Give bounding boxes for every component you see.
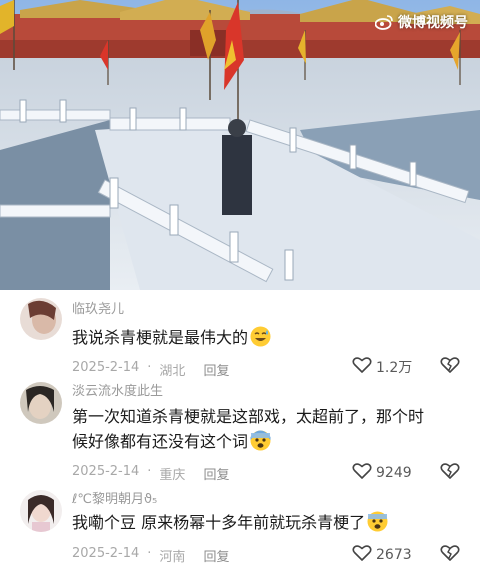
palace-scene-image	[0, 0, 480, 290]
broken-heart-icon	[440, 545, 460, 566]
comment-item: 临玖尧儿 我说杀青梗就是最伟大的 2025-2-14 · 湖北 回复 1.2万	[0, 290, 480, 382]
comment-sep: ·	[147, 546, 152, 561]
comment-username[interactable]: 临玖尧儿	[72, 298, 124, 317]
comment-text: 我嘞个豆 原来杨幂十多年前就玩杀青梗了	[72, 510, 452, 535]
fearful-emoji-icon	[250, 430, 271, 451]
comment-meta: 2025-2-14 · 重庆 回复	[72, 464, 229, 483]
comment-meta: 2025-2-14 · 河南 回复	[72, 546, 229, 565]
comment-text-content: 我嘞个豆 原来杨幂十多年前就玩杀青梗了	[72, 513, 366, 532]
comment-sep: ·	[147, 360, 152, 375]
like-button[interactable]: 9249	[352, 462, 412, 484]
video-frame[interactable]: 微博视频号	[0, 0, 480, 290]
like-count: 9249	[376, 465, 412, 481]
comment-username[interactable]: 淡云流水度此生	[72, 380, 163, 399]
comment-item: ℓ℃黎明朝月ϑ₅ 我嘞个豆 原来杨幂十多年前就玩杀青梗了 2025-2-14 ·…	[0, 486, 480, 568]
weibo-video-watermark: 微博视频号	[375, 12, 468, 32]
dislike-button[interactable]	[440, 544, 460, 566]
like-button[interactable]: 2673	[352, 544, 412, 566]
comment-date: 2025-2-14	[72, 546, 140, 561]
watermark-text: 微博视频号	[398, 15, 468, 31]
weibo-logo-icon	[375, 14, 393, 30]
comment-text-content: 我说杀青梗就是最伟大的	[72, 328, 249, 347]
dislike-button[interactable]	[440, 356, 460, 378]
comment-meta: 2025-2-14 · 湖北 回复	[72, 360, 229, 379]
sweat-smile-emoji-icon	[250, 326, 271, 347]
comment-location: 河南	[159, 550, 186, 565]
comment-location: 湖北	[159, 364, 186, 379]
like-button[interactable]: 1.2万	[352, 356, 412, 378]
comment-location: 重庆	[159, 468, 186, 483]
heart-icon	[352, 544, 372, 566]
comment-item: 淡云流水度此生 第一次知道杀青梗就是这部戏，太超前了，那个时候好像都有还没有这个…	[0, 378, 480, 486]
comment-text: 第一次知道杀青梗就是这部戏，太超前了，那个时候好像都有还没有这个词	[72, 404, 432, 454]
reply-button[interactable]: 回复	[203, 546, 229, 565]
comment-list: 临玖尧儿 我说杀青梗就是最伟大的 2025-2-14 · 湖北 回复 1.2万 …	[0, 290, 480, 568]
broken-heart-icon	[440, 463, 460, 484]
comment-username[interactable]: ℓ℃黎明朝月ϑ₅	[72, 488, 157, 507]
comment-text: 我说杀青梗就是最伟大的	[72, 325, 412, 350]
fearful-emoji-icon	[367, 511, 388, 532]
comment-text-content: 第一次知道杀青梗就是这部戏，太超前了，那个时候好像都有还没有这个词	[72, 407, 425, 451]
like-count: 1.2万	[376, 360, 413, 376]
comment-date: 2025-2-14	[72, 360, 140, 375]
comment-sep: ·	[147, 464, 152, 479]
comment-date: 2025-2-14	[72, 464, 140, 479]
avatar[interactable]	[20, 298, 62, 340]
heart-icon	[352, 462, 372, 484]
heart-icon	[352, 356, 372, 378]
reply-button[interactable]: 回复	[203, 360, 229, 379]
avatar[interactable]	[20, 382, 62, 424]
dislike-button[interactable]	[440, 462, 460, 484]
avatar[interactable]	[20, 490, 62, 532]
reply-button[interactable]: 回复	[203, 464, 229, 483]
broken-heart-icon	[440, 357, 460, 378]
like-count: 2673	[376, 547, 412, 563]
